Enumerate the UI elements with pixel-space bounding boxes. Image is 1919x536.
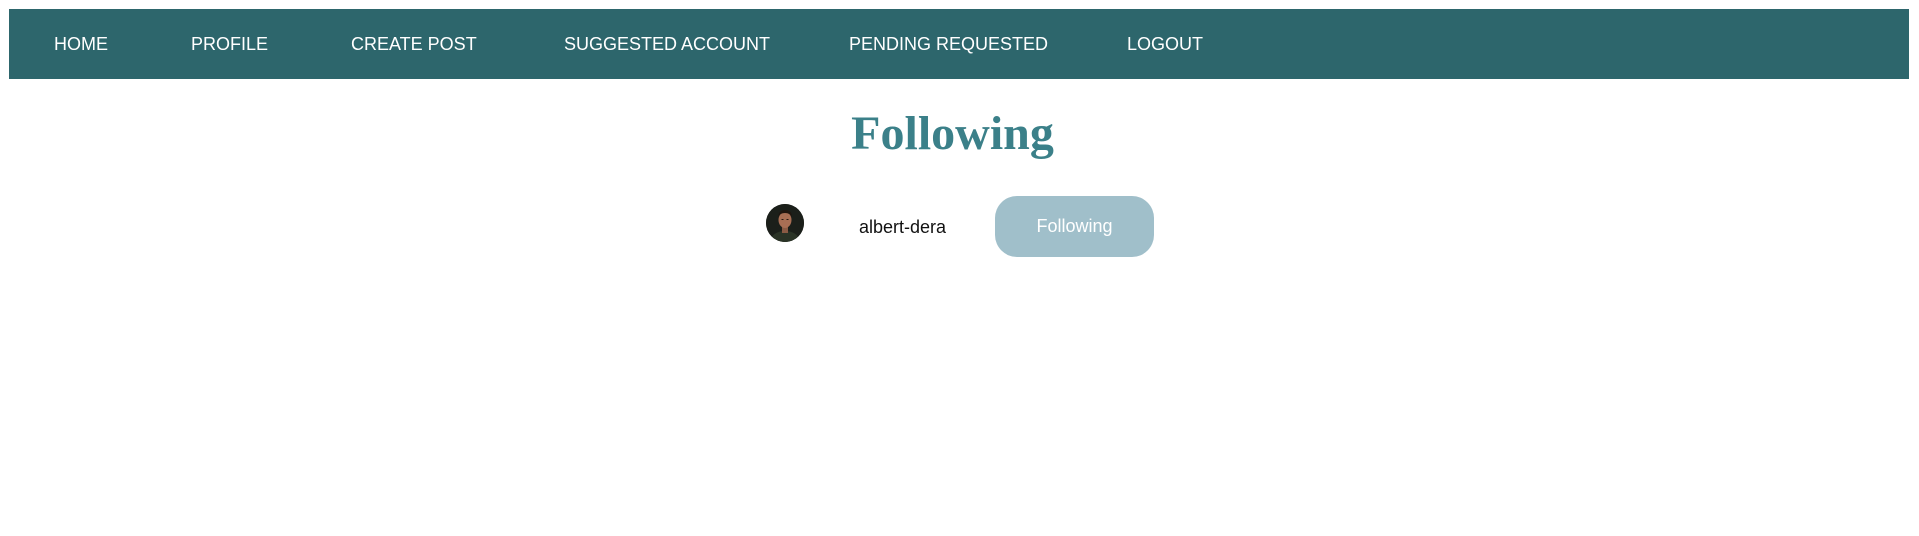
nav-create-post-link[interactable]: CREATE POST xyxy=(351,9,477,79)
avatar[interactable] xyxy=(766,204,804,242)
following-list-item: albert-dera Following xyxy=(766,196,1156,258)
user-avatar-icon xyxy=(766,204,804,242)
nav-pending-requested-link[interactable]: PENDING REQUESTED xyxy=(849,9,1048,79)
top-navbar: HOME PROFILE CREATE POST SUGGESTED ACCOU… xyxy=(9,9,1909,79)
nav-home-link[interactable]: HOME xyxy=(54,9,108,79)
nav-logout-link[interactable]: LOGOUT xyxy=(1127,9,1203,79)
page-title: Following xyxy=(851,107,1054,160)
nav-suggested-account-link[interactable]: SUGGESTED ACCOUNT xyxy=(564,9,770,79)
following-button[interactable]: Following xyxy=(995,196,1154,257)
username-link[interactable]: albert-dera xyxy=(859,196,946,258)
nav-profile-link[interactable]: PROFILE xyxy=(191,9,268,79)
